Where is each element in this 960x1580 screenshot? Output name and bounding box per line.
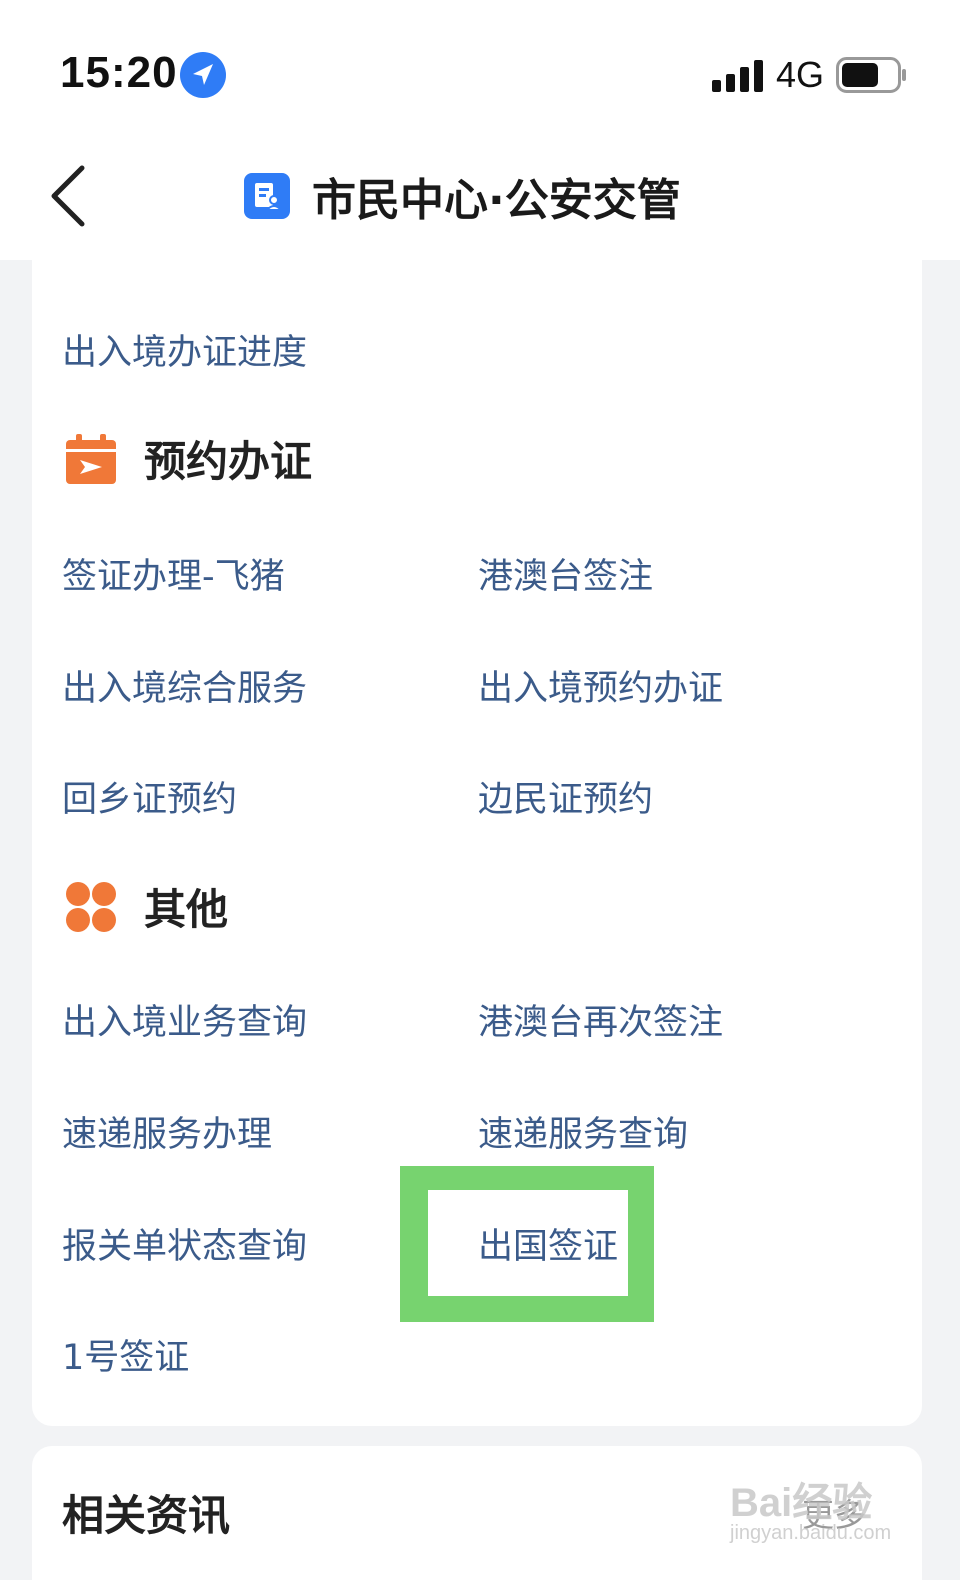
link-entry-exit-service[interactable]: 出入境综合服务 bbox=[62, 660, 307, 711]
section-header-other: 其他 bbox=[64, 876, 228, 937]
link-home-return-permit[interactable]: 回乡证预约 bbox=[62, 771, 237, 822]
navigation-bar: 市民中心·公安交管 bbox=[0, 140, 960, 260]
link-express-service[interactable]: 速递服务办理 bbox=[62, 1106, 272, 1157]
watermark-sub: jingyan.baidu.com bbox=[730, 1522, 892, 1544]
status-time: 15:20 bbox=[60, 48, 178, 97]
link-no1-visa[interactable]: 1号签证 bbox=[62, 1329, 189, 1380]
section-header-appointment: 预约办证 bbox=[64, 428, 312, 489]
link-express-query[interactable]: 速递服务查询 bbox=[478, 1106, 688, 1157]
link-hk-macau-tw-endorsement[interactable]: 港澳台签注 bbox=[478, 548, 653, 599]
news-section-title: 相关资讯 bbox=[62, 1491, 231, 1540]
signal-strength-icon bbox=[712, 60, 763, 92]
link-entry-exit-query[interactable]: 出入境业务查询 bbox=[62, 994, 307, 1045]
link-hk-macau-tw-re-endorsement[interactable]: 港澳台再次签注 bbox=[478, 994, 723, 1045]
back-arrow-icon[interactable] bbox=[48, 164, 88, 232]
app-logo-icon bbox=[244, 173, 290, 219]
link-visa-fliggy[interactable]: 签证办理-飞猪 bbox=[62, 548, 285, 599]
four-petal-grid-icon bbox=[64, 880, 118, 934]
section-title: 其他 bbox=[144, 885, 229, 934]
watermark: Bai经验 jingyan.baidu.com bbox=[730, 1470, 910, 1560]
status-bar: 15:20 4G bbox=[0, 0, 960, 140]
link-entry-exit-progress[interactable]: 出入境办证进度 bbox=[62, 324, 307, 375]
battery-icon bbox=[836, 57, 906, 93]
link-customs-declaration-query[interactable]: 报关单状态查询 bbox=[62, 1218, 307, 1269]
location-arrow-icon bbox=[180, 52, 226, 98]
link-border-resident-permit[interactable]: 边民证预约 bbox=[478, 771, 653, 822]
network-type: 4G bbox=[776, 54, 825, 95]
title-area: 市民中心·公安交管 bbox=[244, 166, 681, 226]
watermark-main: Bai经验 bbox=[730, 1481, 873, 1525]
calendar-plane-icon bbox=[64, 432, 118, 486]
page-title: 市民中心·公安交管 bbox=[312, 175, 681, 226]
highlight-annotation bbox=[400, 1166, 654, 1322]
section-title: 预约办证 bbox=[144, 437, 313, 486]
link-entry-exit-appointment[interactable]: 出入境预约办证 bbox=[478, 660, 723, 711]
